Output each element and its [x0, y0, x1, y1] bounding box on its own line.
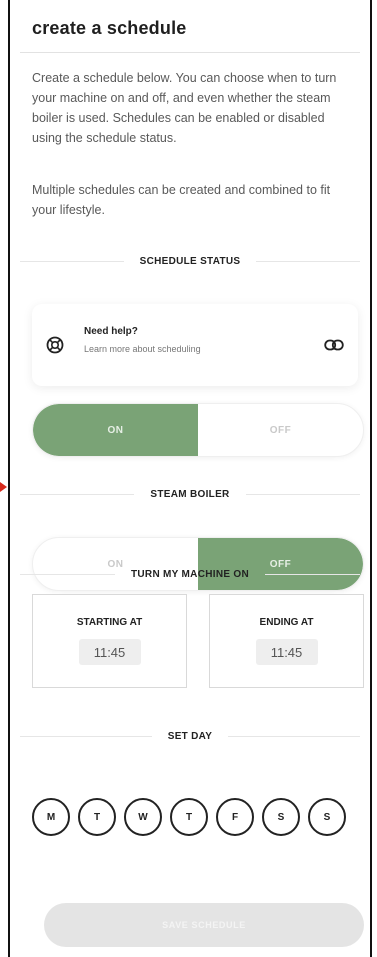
- title-divider: [20, 52, 360, 53]
- divider: [245, 493, 361, 495]
- divider: [20, 735, 152, 737]
- schedule-status-on[interactable]: ON: [33, 404, 198, 456]
- schedule-status-off[interactable]: OFF: [198, 404, 363, 456]
- divider: [256, 260, 360, 262]
- page-title: create a schedule: [32, 18, 187, 38]
- set-day-label: SET DAY: [167, 730, 213, 742]
- link-icon[interactable]: [324, 338, 344, 357]
- set-day-heading: SET DAY: [20, 729, 360, 743]
- divider: [20, 573, 115, 575]
- steam-boiler-toggle: ON OFF: [32, 537, 364, 591]
- steam-boiler-on[interactable]: ON: [33, 538, 198, 590]
- steam-boiler-off[interactable]: OFF: [198, 538, 363, 590]
- schedule-status-label: SCHEDULE STATUS: [139, 255, 241, 267]
- help-subtitle: Learn more about scheduling: [84, 344, 201, 354]
- day-friday[interactable]: F: [216, 798, 254, 836]
- divider: [265, 573, 360, 575]
- day-wednesday[interactable]: W: [124, 798, 162, 836]
- ending-time-card[interactable]: ENDING AT 11:45: [209, 594, 364, 688]
- ending-at-label: ENDING AT: [259, 617, 314, 628]
- schedule-screen: create a schedule Create a schedule belo…: [8, 0, 372, 957]
- intro-paragraph-2: Multiple schedules can be created and co…: [32, 183, 331, 217]
- day-sunday[interactable]: S: [308, 798, 346, 836]
- starting-at-label: STARTING AT: [76, 617, 143, 628]
- divider: [228, 735, 360, 737]
- steam-boiler-heading: STEAM BOILER: [20, 487, 361, 501]
- machine-on-heading: TURN MY MACHINE ON: [20, 567, 360, 581]
- save-schedule-button[interactable]: SAVE SCHEDULE: [44, 903, 364, 947]
- day-monday[interactable]: M: [32, 798, 70, 836]
- lifebuoy-icon: [46, 336, 64, 359]
- steam-boiler-label: STEAM BOILER: [150, 488, 230, 500]
- day-saturday[interactable]: S: [262, 798, 300, 836]
- divider: [20, 260, 124, 262]
- ending-time-field[interactable]: 11:45: [255, 639, 318, 665]
- help-title: Need help?: [84, 326, 138, 337]
- starting-time-field[interactable]: 11:45: [78, 639, 141, 665]
- edge-arrow-marker: [0, 482, 7, 492]
- schedule-status-heading: SCHEDULE STATUS: [20, 254, 360, 268]
- starting-time-card[interactable]: STARTING AT 11:45: [32, 594, 187, 688]
- day-thursday[interactable]: T: [170, 798, 208, 836]
- day-tuesday[interactable]: T: [78, 798, 116, 836]
- divider: [20, 493, 135, 495]
- machine-on-label: TURN MY MACHINE ON: [131, 568, 249, 580]
- schedule-status-toggle: ON OFF: [32, 403, 364, 457]
- help-card[interactable]: Need help? Learn more about scheduling: [32, 304, 358, 386]
- day-selector: M T W T F S S: [32, 798, 368, 838]
- intro-paragraph: Create a schedule below. You can choose …: [32, 71, 337, 145]
